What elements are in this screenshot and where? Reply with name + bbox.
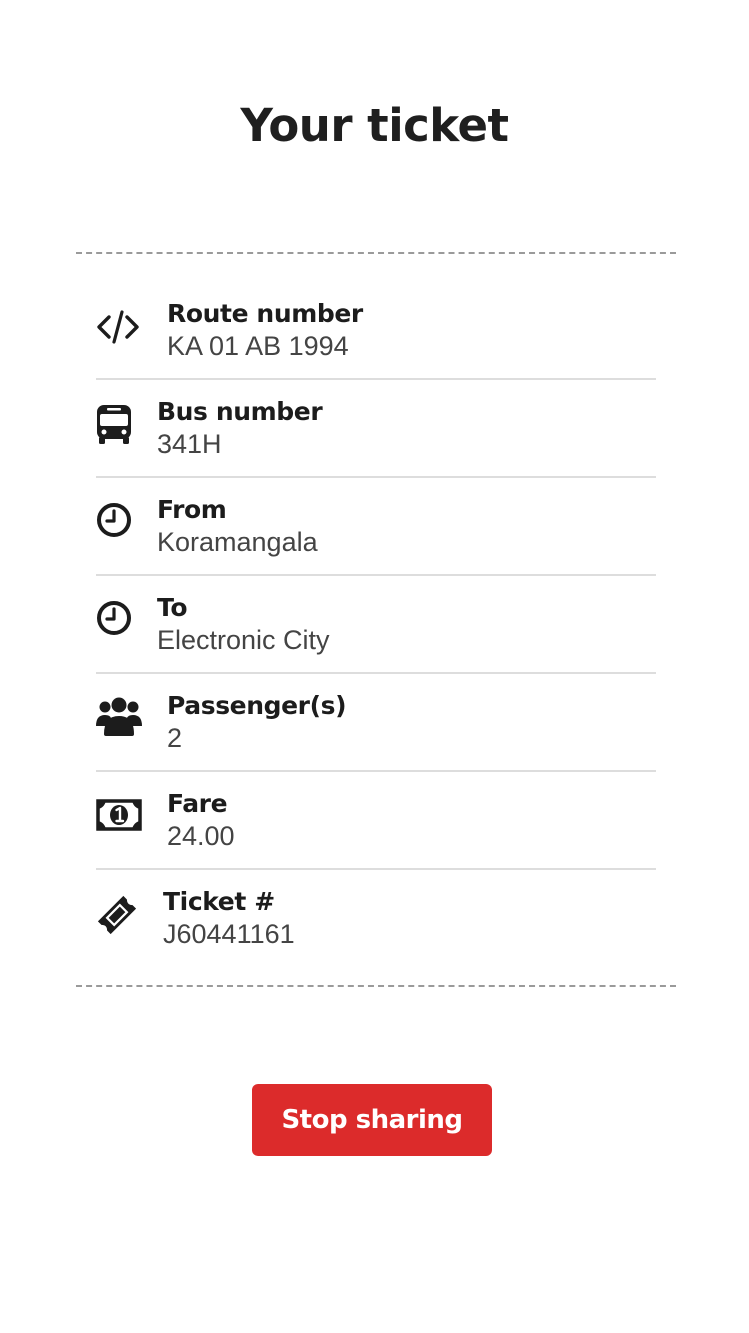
ticket-icon	[96, 894, 138, 936]
ticket-number-value: J60441161	[163, 919, 295, 949]
bus-number-value: 341H	[157, 429, 222, 459]
fare-label: Fare	[167, 789, 228, 818]
to-row: To Electronic City	[96, 576, 656, 674]
from-label: From	[157, 495, 227, 524]
users-icon	[96, 696, 142, 736]
to-label: To	[157, 593, 188, 622]
money-icon	[96, 799, 142, 831]
clock-icon	[96, 502, 132, 538]
top-dashed-divider	[76, 252, 676, 254]
bottom-dashed-divider	[76, 985, 676, 987]
bus-icon	[96, 402, 132, 446]
bus-number-label: Bus number	[157, 397, 323, 426]
route-number-value: KA 01 AB 1994	[167, 331, 349, 361]
route-number-row: Route number KA 01 AB 1994	[96, 282, 656, 380]
from-row: From Koramangala	[96, 478, 656, 576]
clock-icon	[96, 600, 132, 636]
passengers-label: Passenger(s)	[167, 691, 347, 720]
passengers-row: Passenger(s) 2	[96, 674, 656, 772]
from-value: Koramangala	[157, 527, 318, 557]
fare-row: Fare 24.00	[96, 772, 656, 870]
fare-value: 24.00	[167, 821, 235, 851]
passengers-value: 2	[167, 723, 183, 753]
ticket-number-row: Ticket # J60441161	[96, 870, 656, 968]
ticket-number-label: Ticket #	[163, 887, 275, 916]
route-number-label: Route number	[167, 299, 363, 328]
bus-number-row: Bus number 341H	[96, 380, 656, 478]
code-icon	[96, 309, 140, 345]
stop-sharing-button[interactable]: Stop sharing	[252, 1084, 492, 1156]
to-value: Electronic City	[157, 625, 330, 655]
page-title: Your ticket	[240, 99, 509, 152]
